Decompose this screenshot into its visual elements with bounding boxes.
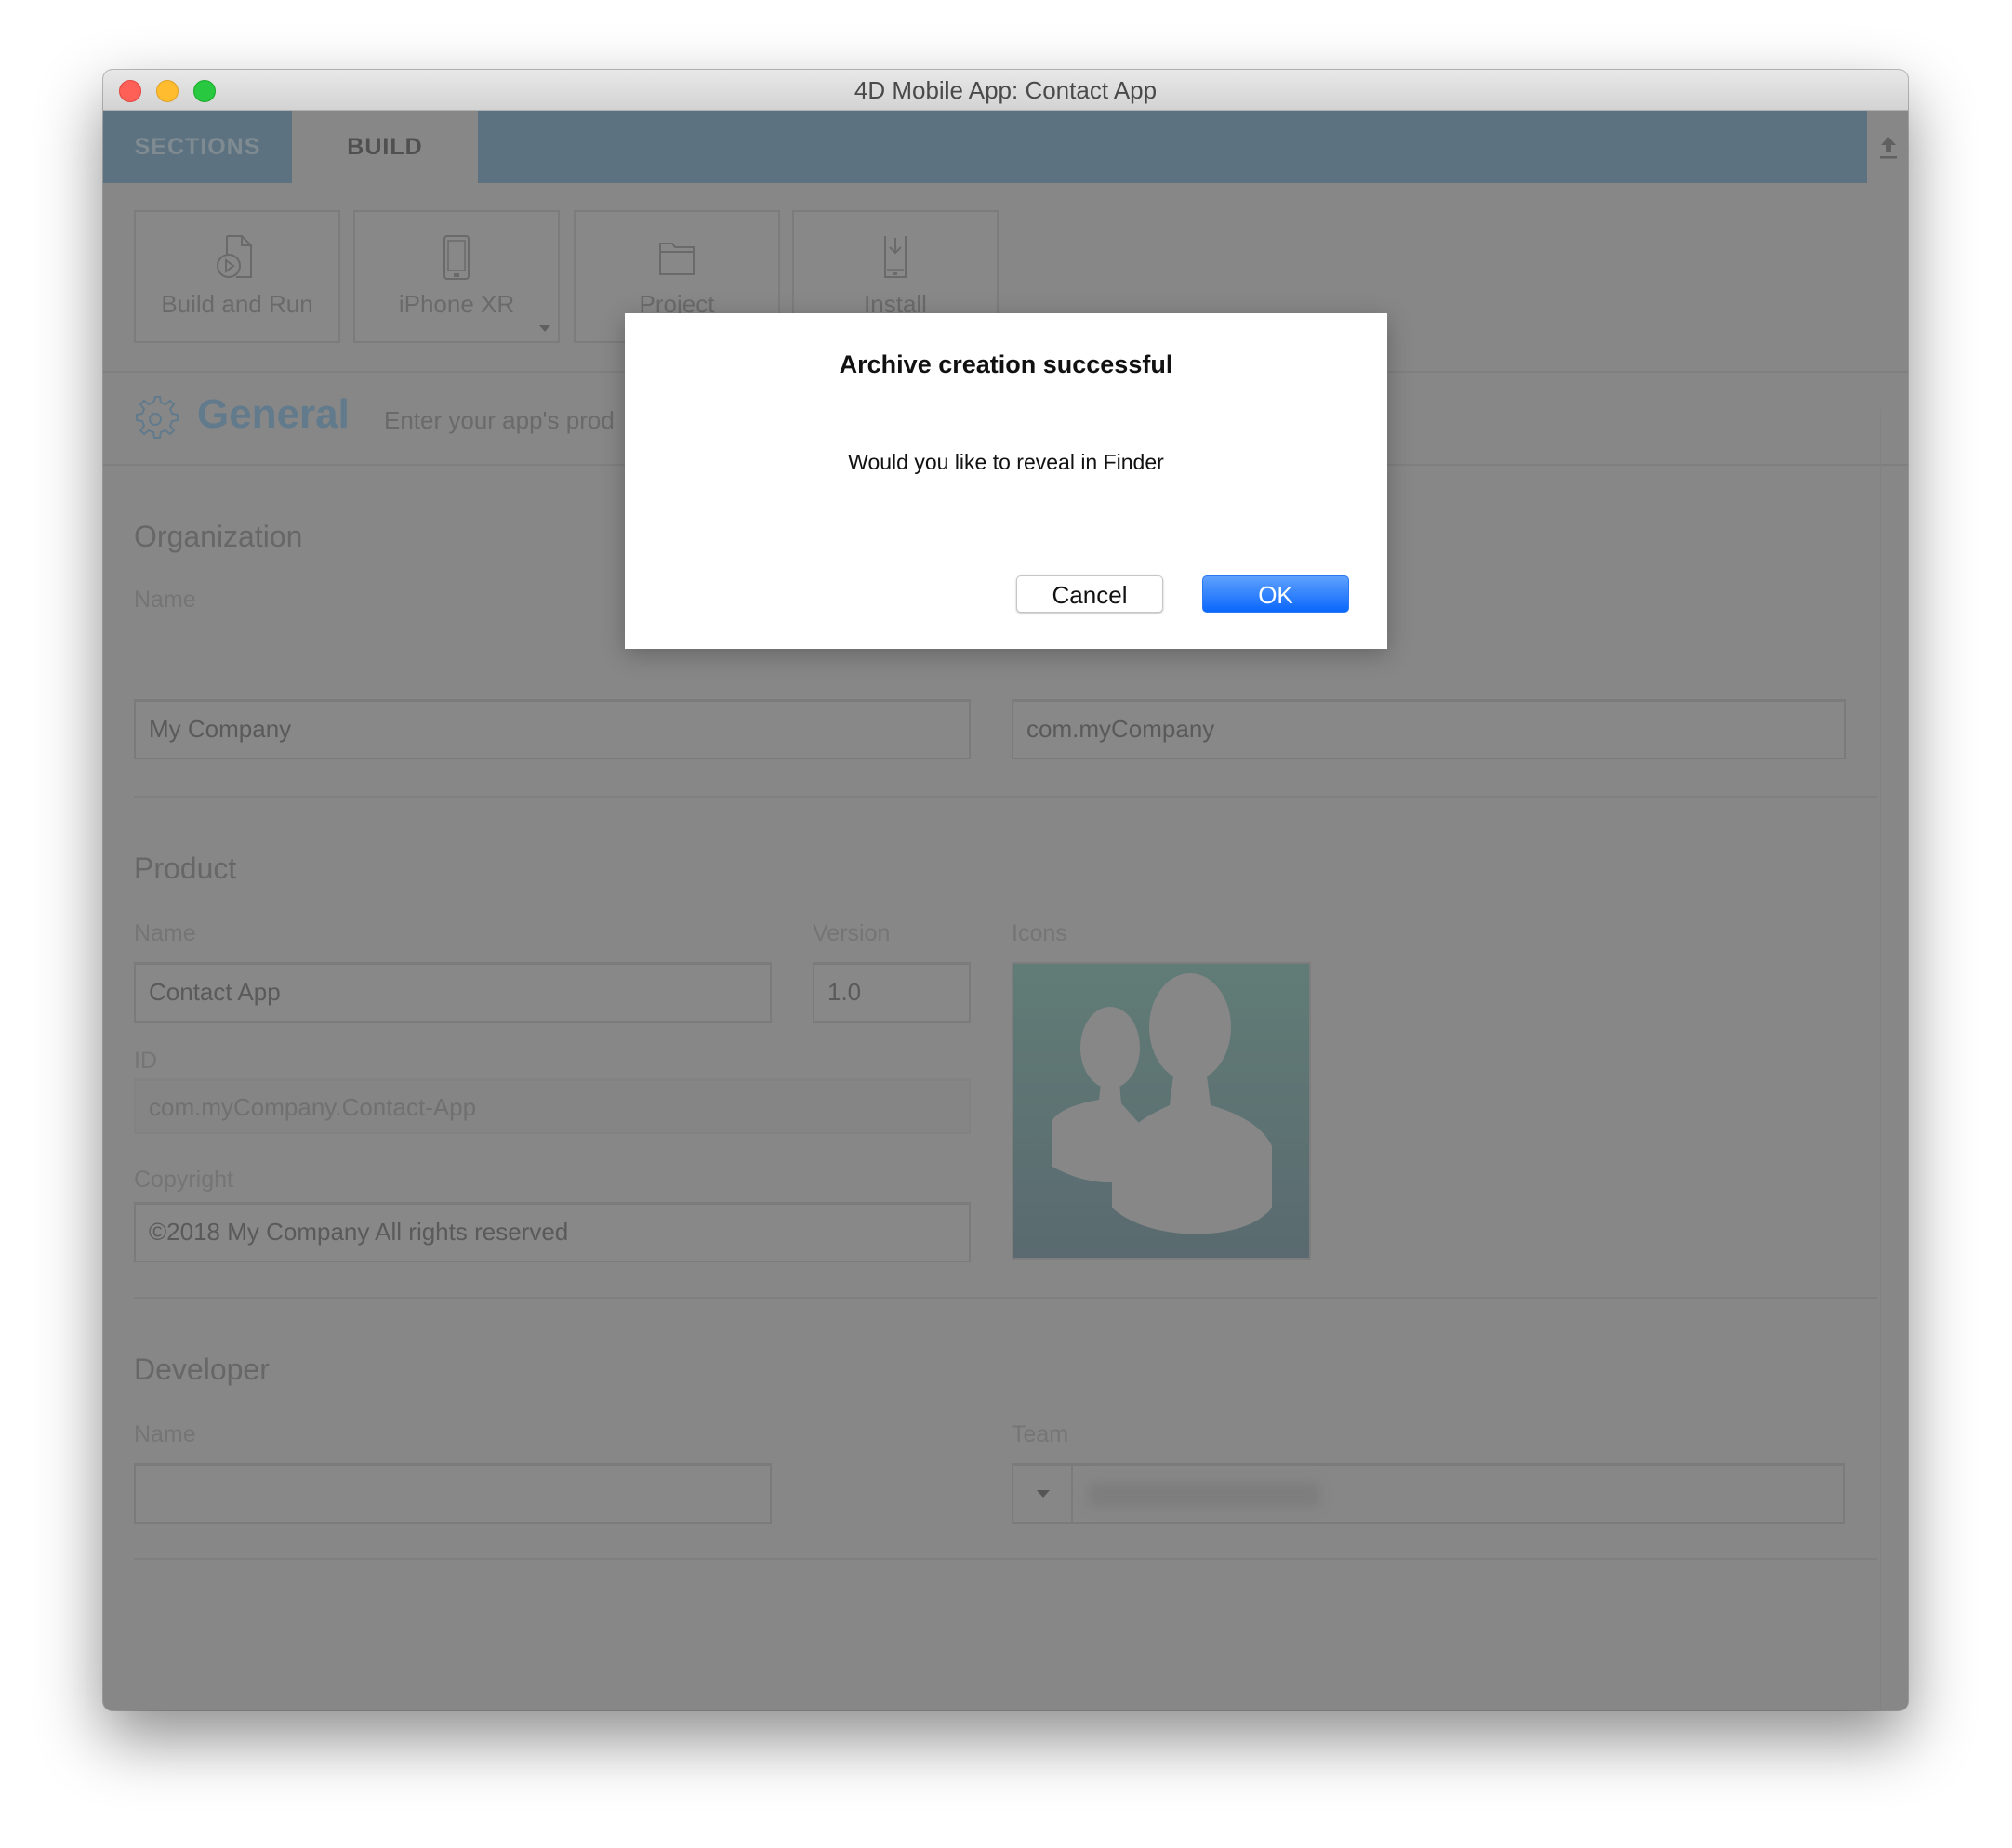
scrollbar[interactable] <box>1880 409 1908 1710</box>
window-title: 4D Mobile App: Contact App <box>854 76 1158 104</box>
folder-icon <box>659 243 695 275</box>
chevron-down-icon[interactable] <box>1013 1466 1073 1522</box>
divider <box>134 1558 1877 1560</box>
product-heading: Product <box>134 851 237 885</box>
organization-identifier-input[interactable]: com.myCompany <box>1012 699 1846 759</box>
product-name-input[interactable]: Contact App <box>134 962 772 1023</box>
cancel-button[interactable]: Cancel <box>1016 575 1163 613</box>
product-icons-label: Icons <box>1012 920 1067 946</box>
tab-build[interactable]: BUILD <box>292 111 478 183</box>
device-select-button[interactable]: iPhone XR <box>353 210 560 343</box>
build-and-run-button[interactable]: Build and Run <box>134 210 340 343</box>
build-and-run-label: Build and Run <box>161 290 313 318</box>
page-description: Enter your app's prod <box>384 406 615 434</box>
organization-heading: Organization <box>134 520 303 553</box>
divider <box>134 1297 1877 1299</box>
product-version-input[interactable]: 1.0 <box>813 962 971 1023</box>
divider <box>134 796 1877 798</box>
page-title: General <box>197 391 350 437</box>
tab-bar: SECTIONS BUILD <box>103 111 1908 183</box>
iphone-icon <box>443 235 470 280</box>
build-run-icon <box>217 235 252 278</box>
product-id-field: com.myCompany.Contact-App <box>134 1078 971 1134</box>
tab-bar-fill <box>478 111 1867 183</box>
developer-team-label: Team <box>1012 1421 1069 1447</box>
dialog-message: Would you like to reveal in Finder <box>848 450 1164 474</box>
tab-sections[interactable]: SECTIONS <box>103 111 292 183</box>
title-bar: 4D Mobile App: Contact App <box>103 70 1908 111</box>
organization-name-input[interactable]: My Company <box>134 699 971 759</box>
product-copyright-label: Copyright <box>134 1167 233 1193</box>
organization-name-label: Name <box>134 587 196 613</box>
app-icon-preview[interactable] <box>1012 962 1311 1260</box>
product-id-label: ID <box>134 1048 157 1074</box>
developer-name-input[interactable] <box>134 1463 772 1524</box>
developer-team-select[interactable] <box>1012 1463 1845 1524</box>
team-value-redacted <box>1088 1483 1320 1507</box>
upload-icon[interactable] <box>1877 135 1899 161</box>
device-label: iPhone XR <box>398 290 515 318</box>
contacts-icon <box>1052 973 1272 1234</box>
developer-heading: Developer <box>134 1353 270 1386</box>
developer-name-label: Name <box>134 1421 196 1447</box>
archive-success-dialog: Archive creation successful Would you li… <box>625 313 1387 649</box>
dialog-title: Archive creation successful <box>839 350 1173 378</box>
product-version-label: Version <box>813 920 891 946</box>
install-phone-icon <box>884 236 907 278</box>
product-copyright-input[interactable]: ©2018 My Company All rights reserved <box>134 1202 971 1262</box>
product-name-label: Name <box>134 920 196 946</box>
chevron-down-icon[interactable] <box>539 325 550 332</box>
gear-icon <box>136 396 179 439</box>
ok-button[interactable]: OK <box>1202 575 1349 613</box>
